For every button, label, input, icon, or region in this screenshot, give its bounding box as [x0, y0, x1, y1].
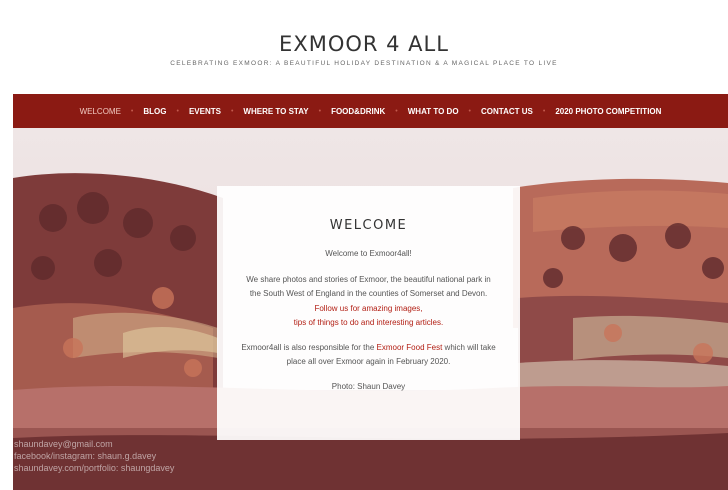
follow-us-link[interactable]: Follow us for amazing images, [217, 302, 520, 317]
nav-separator: • [230, 107, 234, 115]
nav-separator: • [130, 107, 134, 115]
nav-item-where-to-stay[interactable]: WHERE TO STAY [243, 107, 308, 116]
site-header: EXMOOR 4 ALL CELEBRATING EXMOOR: A BEAUT… [0, 0, 728, 94]
watermark-portfolio: shaundavey.com/portfolio: shaungdavey [14, 463, 175, 473]
watermark-social: facebook/instagram: shaun.g.davey [14, 451, 157, 461]
site-tagline: CELEBRATING EXMOOR: A BEAUTIFUL HOLIDAY … [170, 60, 558, 67]
food-fest-line-2: place all over Exmoor again in February … [286, 357, 451, 366]
food-fest-link[interactable]: Exmoor Food Fest [377, 343, 443, 352]
food-fest-line: Exmoor4all is also responsible for the E… [217, 341, 520, 356]
watermark-email: shaundavey@gmail.com [14, 439, 113, 449]
tips-link[interactable]: tips of things to do and interesting art… [217, 316, 520, 331]
food-fest-pre: Exmoor4all is also responsible for the [241, 342, 377, 352]
nav-item-events[interactable]: EVENTS [189, 107, 221, 116]
site-title[interactable]: EXMOOR 4 ALL [0, 32, 728, 56]
nav-separator: • [468, 107, 471, 115]
main-nav: WELCOME • BLOG • EVENTS • WHERE TO STAY … [13, 94, 728, 128]
photo-watermark: shaundavey@gmail.com facebook/instagram:… [14, 438, 174, 474]
welcome-card: WELCOME Welcome to Exmoor4all! We share … [217, 186, 520, 440]
nav-separator: • [542, 107, 546, 115]
nav-item-food-drink[interactable]: FOOD&DRINK [331, 107, 385, 116]
nav-item-photo-competition[interactable]: 2020 PHOTO COMPETITION [555, 107, 661, 116]
nav-item-what-to-do[interactable]: WHAT TO DO [408, 107, 459, 116]
welcome-heading: WELCOME [329, 218, 408, 233]
nav-separator: • [395, 107, 398, 115]
nav-item-contact-us[interactable]: CONTACT US [481, 107, 533, 116]
intro-line-2: the South West of England in the countie… [249, 289, 488, 298]
photo-credit: Photo: Shaun Davey [331, 381, 406, 391]
intro-line-1: We share photos and stories of Exmoor, t… [246, 274, 491, 284]
nav-separator: • [318, 107, 322, 115]
welcome-greeting: Welcome to Exmoor4all! [325, 249, 412, 258]
nav-item-blog[interactable]: BLOG [143, 107, 166, 116]
food-fest-post: which will take [442, 342, 496, 352]
nav-separator: • [176, 107, 179, 115]
nav-item-welcome[interactable]: WELCOME [80, 107, 121, 116]
